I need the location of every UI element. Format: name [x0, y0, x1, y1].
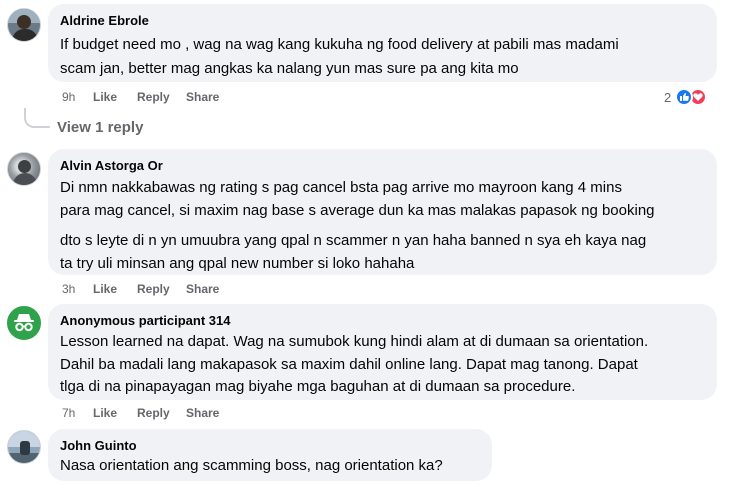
share-button[interactable]: Share	[186, 282, 219, 296]
comment-bubble: Alvin Astorga Or Di nmn nakkabawas ng ra…	[48, 149, 717, 275]
like-reaction-icon	[675, 88, 693, 106]
comment-text-line: dto s leyte di n yn umuubra yang qpal n …	[60, 232, 647, 249]
comment-bubble: Anonymous participant 314 Lesson learned…	[48, 304, 717, 400]
avatar[interactable]	[7, 8, 41, 42]
comment-text-line: Nasa orientation ang scamming boss, nag …	[60, 457, 443, 474]
anonymous-spy-icon[interactable]	[7, 306, 41, 340]
comment-text-line: Di nmn nakkabawas ng rating s pag cancel…	[60, 179, 622, 196]
comment-actions: 9h Like Reply Share	[62, 90, 262, 106]
comment-bubble: Aldrine Ebrole If budget need mo , wag n…	[48, 4, 717, 82]
comment-text-line: Lesson learned na dapat. Wag na sumubok …	[60, 333, 649, 350]
comment-author[interactable]: Aldrine Ebrole	[60, 13, 149, 28]
avatar[interactable]	[7, 430, 41, 464]
like-button[interactable]: Like	[93, 282, 117, 296]
comment-bubble: John Guinto Nasa orientation ang scammin…	[48, 429, 492, 481]
reply-thread-connector	[24, 108, 50, 128]
reply-button[interactable]: Reply	[137, 282, 170, 296]
comment-author[interactable]: John Guinto	[60, 438, 137, 453]
comment-text-line: ta try uli minsan ang qpal new number si…	[60, 255, 415, 272]
comment-text-line: tlga di na pinapayagan mag biyahe mga ba…	[60, 378, 576, 395]
like-button[interactable]: Like	[93, 90, 117, 104]
comment-author[interactable]: Alvin Astorga Or	[60, 158, 163, 173]
comment-timestamp[interactable]: 3h	[62, 282, 75, 296]
comment-text-line: scam jan, better mag angkas ka nalang yu…	[60, 60, 519, 77]
reply-button[interactable]: Reply	[137, 90, 170, 104]
reaction-count: 2	[664, 90, 672, 105]
share-button[interactable]: Share	[186, 90, 219, 104]
comment-actions: 3h Like Reply Share	[62, 282, 262, 298]
comment-timestamp[interactable]: 9h	[62, 90, 75, 104]
like-button[interactable]: Like	[93, 406, 117, 420]
comment-author[interactable]: Anonymous participant 314	[60, 313, 230, 328]
reply-button[interactable]: Reply	[137, 406, 170, 420]
comment-text-line: Dahil ba madali lang makapasok sa maxim …	[60, 356, 638, 373]
comment-text-line: para mag cancel, si maxim nag base s ave…	[60, 202, 655, 219]
comment-timestamp[interactable]: 7h	[62, 406, 75, 420]
view-replies-link[interactable]: View 1 reply	[57, 119, 143, 136]
comment-text-line: If budget need mo , wag na wag kang kuku…	[60, 36, 619, 53]
avatar[interactable]	[7, 152, 41, 186]
reaction-summary[interactable]: 2	[664, 87, 716, 107]
comment-actions: 7h Like Reply Share	[62, 406, 262, 422]
share-button[interactable]: Share	[186, 406, 219, 420]
